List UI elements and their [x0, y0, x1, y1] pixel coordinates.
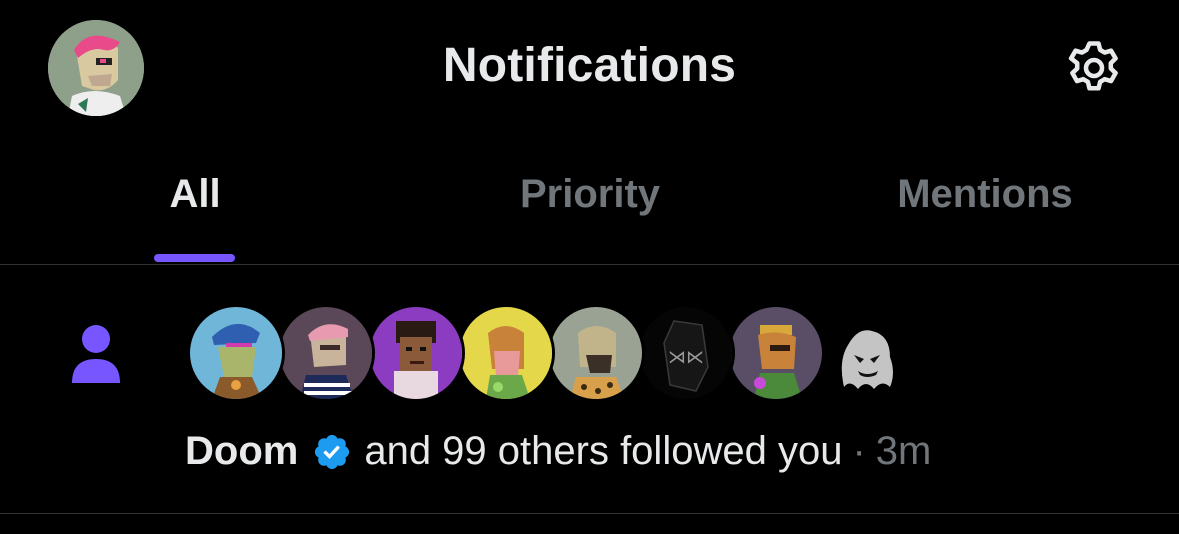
- ghost-avatar-icon: [820, 307, 912, 399]
- tab-all[interactable]: All: [120, 172, 270, 217]
- ape-avatar-pink-hair-icon: [280, 307, 372, 399]
- follower-avatar[interactable]: [730, 307, 822, 399]
- follower-avatar[interactable]: ⋊⋉: [640, 307, 732, 399]
- tab-priority[interactable]: Priority: [470, 172, 710, 217]
- page-title: Notifications: [442, 39, 737, 92]
- separator-dot: ·: [852, 429, 866, 473]
- person-icon: [72, 325, 120, 383]
- gear-icon: [1068, 41, 1118, 91]
- row-divider: [0, 513, 1179, 514]
- follower-avatar[interactable]: [370, 307, 462, 399]
- notification-tabs: All Priority Mentions: [0, 150, 1179, 264]
- follower-avatar[interactable]: [460, 307, 552, 399]
- follower-avatar[interactable]: [550, 307, 642, 399]
- ape-avatar-yellow-bg-icon: [460, 307, 552, 399]
- timestamp: 3m: [875, 429, 932, 473]
- notification-item[interactable]: ⋊⋉ Doom and 99 others followed you · 3m: [0, 265, 1179, 513]
- notifications-screen: Notifications All Priority Mentions ⋊⋉ D…: [0, 0, 1179, 534]
- tab-mentions[interactable]: Mentions: [860, 172, 1110, 217]
- follower-avatars: ⋊⋉: [190, 307, 930, 401]
- ape-avatar-blue-bg-icon: [190, 307, 282, 399]
- follower-name[interactable]: Doom: [185, 429, 298, 474]
- active-tab-indicator: [154, 254, 235, 262]
- follower-avatar[interactable]: [190, 307, 282, 399]
- notification-message: and 99 others followed you: [364, 429, 843, 473]
- follower-avatar[interactable]: [280, 307, 372, 399]
- settings-button[interactable]: [1060, 36, 1128, 100]
- top-bar: Notifications: [0, 0, 1179, 135]
- follower-avatar[interactable]: [820, 307, 912, 399]
- ape-avatar-purple-bg-icon: [730, 307, 822, 399]
- black-crystal-avatar-icon: ⋊⋉: [640, 307, 732, 399]
- pixel-punk-avatar-icon: [370, 307, 462, 399]
- svg-text:⋊⋉: ⋊⋉: [668, 347, 704, 368]
- notification-text: Doom and 99 others followed you · 3m: [185, 429, 931, 474]
- ape-avatar-grey-bg-icon: [550, 307, 642, 399]
- verified-badge-icon: [315, 434, 350, 469]
